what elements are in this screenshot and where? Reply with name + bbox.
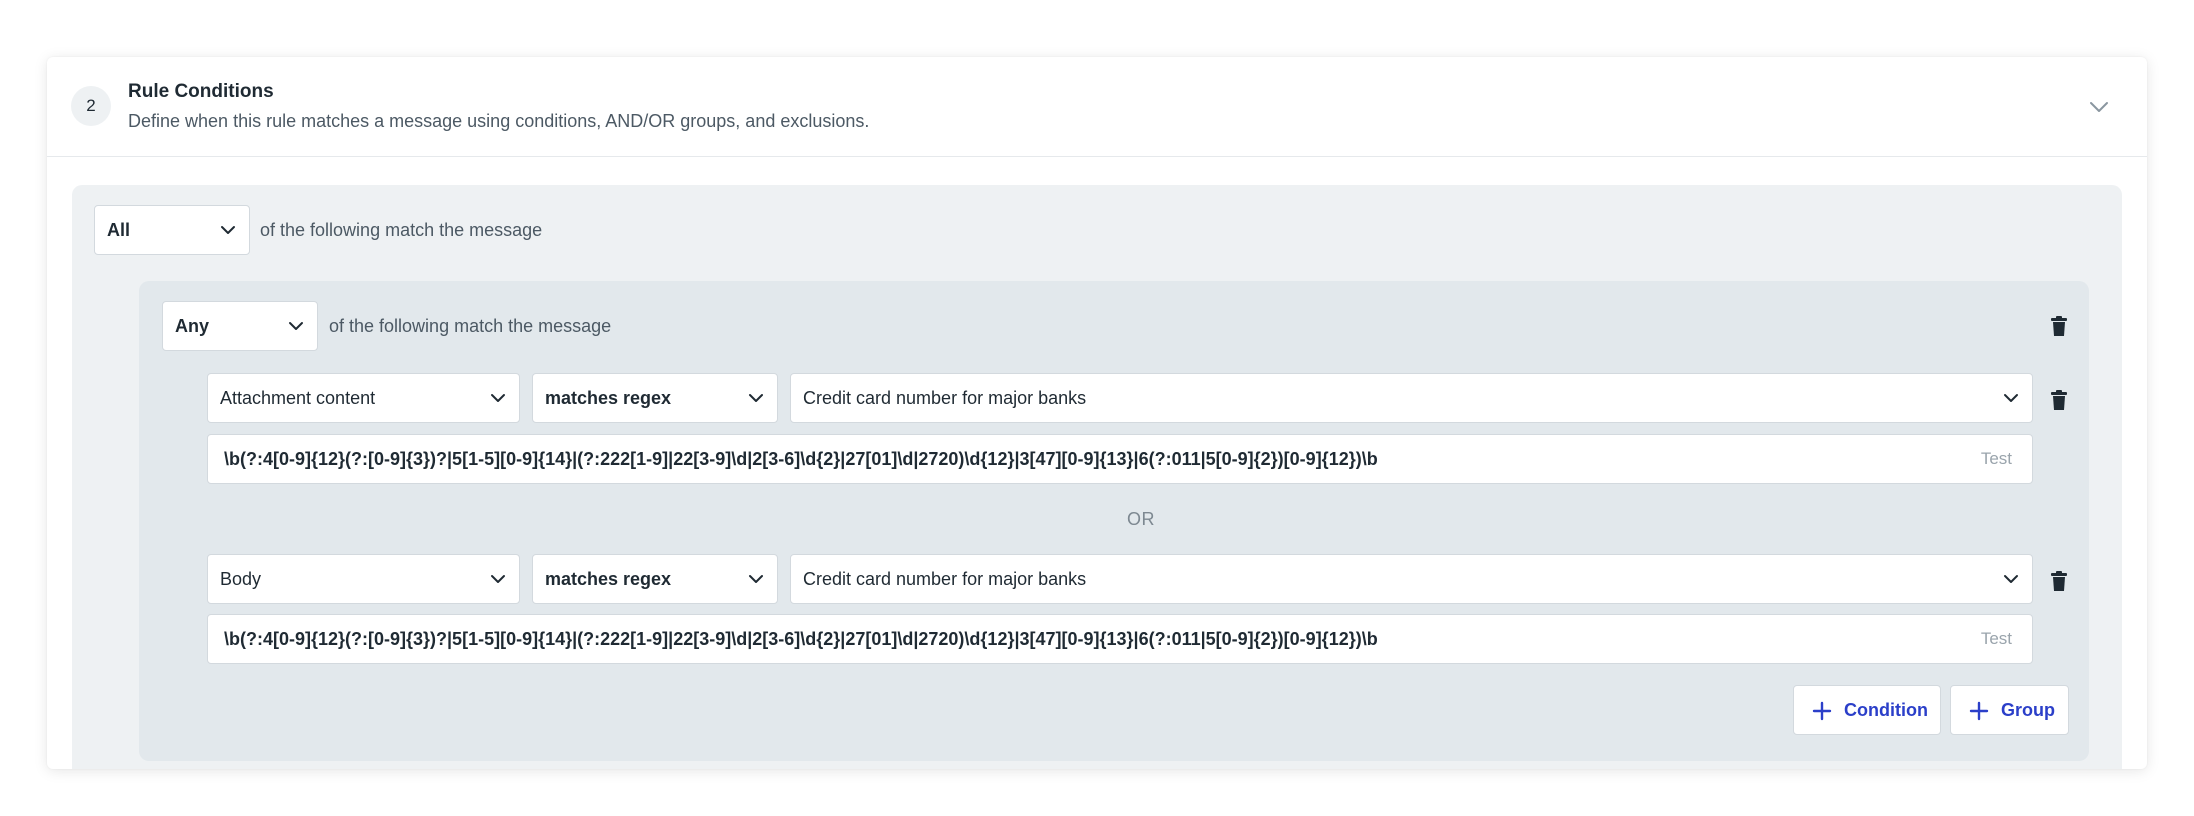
- condition-2-pattern-select[interactable]: Credit card number for major banks: [790, 554, 2033, 604]
- delete-group-trash-icon[interactable]: [2049, 315, 2069, 337]
- chevron-down-icon: [289, 322, 303, 330]
- outer-group-quantifier-select[interactable]: All: [94, 205, 250, 255]
- add-group-button[interactable]: Group: [1950, 685, 2069, 735]
- add-condition-label: Condition: [1844, 700, 1928, 720]
- chevron-down-icon: [749, 394, 763, 402]
- chevron-down-icon: [749, 575, 763, 583]
- condition-2-operator-select[interactable]: matches regex: [532, 554, 778, 604]
- outer-group-quantifier-value: All: [107, 220, 131, 240]
- outer-condition-group: All of the following match the message A…: [72, 185, 2122, 769]
- condition-2-pattern-value: Credit card number for major banks: [803, 569, 1087, 589]
- condition-1-regex-field[interactable]: \b(?:4[0-9]{12}(?:[0-9]{3})?|5[1-5][0-9]…: [207, 434, 2033, 484]
- plus-icon: [1812, 701, 1832, 721]
- step-number-badge: 2: [71, 86, 111, 126]
- add-group-label: Group: [2001, 700, 2055, 720]
- add-condition-button[interactable]: Condition: [1793, 685, 1941, 735]
- condition-2-operator-value: matches regex: [545, 569, 672, 589]
- chevron-down-icon: [491, 575, 505, 583]
- rule-conditions-card: 2 Rule Conditions Define when this rule …: [47, 57, 2147, 769]
- chevron-down-icon: [221, 226, 235, 234]
- condition-1-operator-value: matches regex: [545, 388, 672, 408]
- chevron-down-icon: [2004, 575, 2018, 583]
- condition-2-field-value: Body: [220, 569, 262, 589]
- condition-1-test-button[interactable]: Test: [1981, 435, 2012, 483]
- condition-1-regex-value: \b(?:4[0-9]{12}(?:[0-9]{3})?|5[1-5][0-9]…: [224, 449, 1378, 469]
- condition-2-field-select[interactable]: Body: [207, 554, 520, 604]
- chevron-down-icon: [2004, 394, 2018, 402]
- condition-1-field-select[interactable]: Attachment content: [207, 373, 520, 423]
- inner-group-label: of the following match the message: [329, 316, 612, 336]
- condition-1-pattern-select[interactable]: Credit card number for major banks: [790, 373, 2033, 423]
- condition-2-regex-value: \b(?:4[0-9]{12}(?:[0-9]{3})?|5[1-5][0-9]…: [224, 629, 1378, 649]
- condition-1-field-value: Attachment content: [220, 388, 376, 408]
- inner-condition-group: Any of the following match the message A…: [139, 281, 2089, 761]
- or-separator: OR: [1127, 509, 1155, 529]
- condition-1-operator-select[interactable]: matches regex: [532, 373, 778, 423]
- condition-1-pattern-value: Credit card number for major banks: [803, 388, 1087, 408]
- delete-condition-1-trash-icon[interactable]: [2049, 389, 2069, 411]
- section-title: Rule Conditions: [128, 81, 274, 102]
- condition-2-test-button[interactable]: Test: [1981, 615, 2012, 663]
- chevron-down-icon[interactable]: [2087, 95, 2111, 119]
- section-description: Define when this rule matches a message …: [128, 111, 870, 131]
- inner-group-quantifier-select[interactable]: Any: [162, 301, 318, 351]
- condition-2-regex-field[interactable]: \b(?:4[0-9]{12}(?:[0-9]{3})?|5[1-5][0-9]…: [207, 614, 2033, 664]
- section-header[interactable]: 2 Rule Conditions Define when this rule …: [47, 57, 2147, 157]
- inner-group-quantifier-value: Any: [175, 316, 210, 336]
- plus-icon: [1969, 701, 1989, 721]
- chevron-down-icon: [491, 394, 505, 402]
- delete-condition-2-trash-icon[interactable]: [2049, 570, 2069, 592]
- outer-group-label: of the following match the message: [260, 220, 543, 240]
